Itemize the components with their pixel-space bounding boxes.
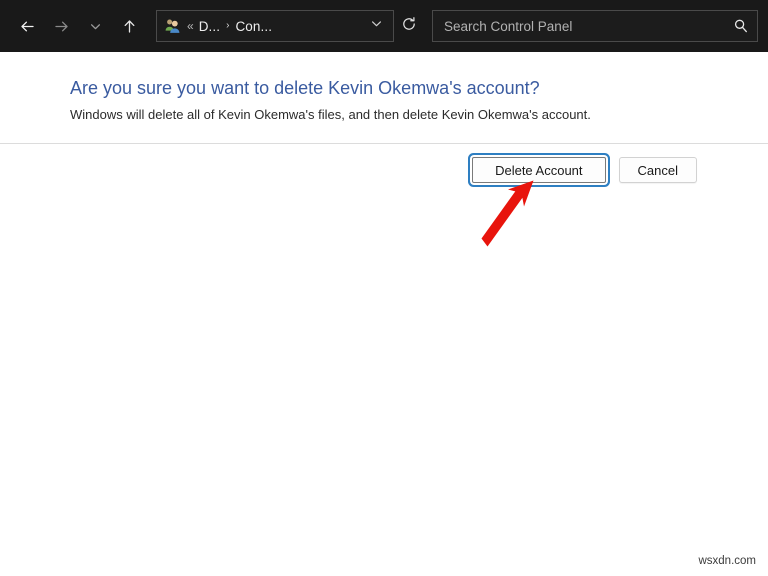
search-icon[interactable] [733,18,749,34]
breadcrumb-separator-icon: › [226,21,229,31]
content-divider [0,143,768,144]
cancel-button[interactable]: Cancel [619,157,697,183]
search-input[interactable] [444,19,727,34]
chevron-down-icon [89,20,102,33]
search-box[interactable] [432,10,758,42]
delete-account-button[interactable]: Delete Account [472,157,605,183]
page-title: Are you sure you want to delete Kevin Ok… [70,78,540,99]
user-accounts-icon [164,17,182,35]
breadcrumb-overflow-icon[interactable]: « [187,20,194,32]
chevron-down-icon [370,17,383,35]
refresh-button[interactable] [394,10,424,42]
address-bar[interactable]: « D... › Con... [156,10,394,42]
forward-arrow-icon [53,18,70,35]
page-description: Windows will delete all of Kevin Okemwa'… [70,107,591,122]
breadcrumb-item-1[interactable]: Con... [235,19,272,34]
explorer-title-bar: « D... › Con... [0,0,768,52]
annotation-arrow-icon [0,52,768,576]
control-panel-content: Are you sure you want to delete Kevin Ok… [0,52,768,576]
address-dropdown-button[interactable] [363,17,389,35]
breadcrumb-item-0[interactable]: D... [199,19,220,34]
forward-button[interactable] [44,10,78,42]
dialog-button-row: Delete Account Cancel [472,157,697,183]
up-button[interactable] [112,10,146,42]
recent-locations-button[interactable] [78,10,112,42]
back-arrow-icon [19,18,36,35]
back-button[interactable] [10,10,44,42]
refresh-icon [401,16,417,37]
watermark: wsxdn.com [698,555,756,567]
up-arrow-icon [121,18,138,35]
breadcrumb[interactable]: « D... › Con... [187,19,363,34]
